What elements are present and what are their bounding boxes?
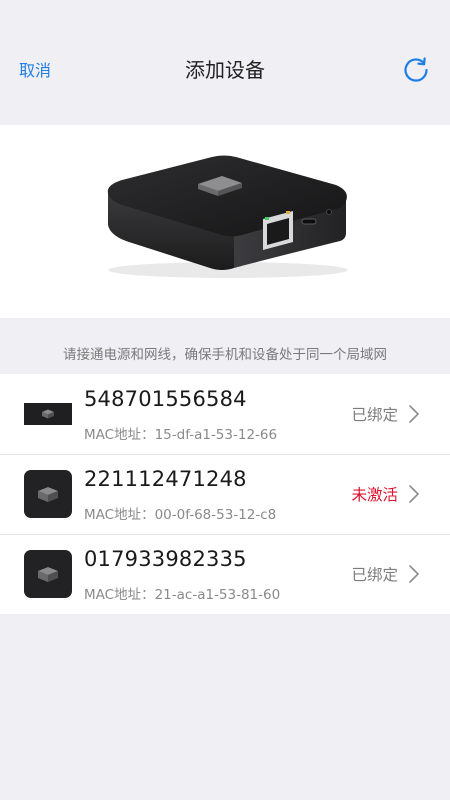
nav-bar: 取消 添加设备 (0, 0, 450, 125)
device-mac-address: MAC地址：21-ac-a1-53-81-60 (84, 587, 281, 603)
connection-hint: 请接通电源和网线，确保手机和设备处于同一个局域网 (63, 347, 387, 363)
device-hero-image (0, 125, 450, 318)
device-status: 未激活 (351, 486, 398, 504)
device-thumbnail (24, 403, 72, 425)
device-row[interactable]: 221112471248 MAC地址：00-0f-68-53-12-c8 未激活 (0, 454, 450, 534)
device-thumbnail (24, 550, 72, 598)
device-mac-address: MAC地址：00-0f-68-53-12-c8 (84, 507, 277, 523)
chevron-right-icon (409, 565, 419, 583)
device-serial: 017933982335 (84, 547, 247, 571)
device-thumbnail (24, 470, 72, 518)
device-serial: 221112471248 (84, 467, 247, 491)
chevron-right-icon (409, 485, 419, 503)
device-mac-address: MAC地址：15-df-a1-53-12-66 (84, 427, 278, 443)
device-serial: 548701556584 (84, 387, 247, 411)
refresh-icon[interactable] (400, 54, 432, 86)
device-status: 已绑定 (351, 566, 398, 584)
device-status: 已绑定 (351, 406, 398, 424)
device-row[interactable]: 548701556584 MAC地址：15-df-a1-53-12-66 已绑定 (0, 374, 450, 454)
chevron-right-icon (409, 405, 419, 423)
gateway-device-illustration (107, 155, 348, 278)
device-row[interactable]: 017933982335 MAC地址：21-ac-a1-53-81-60 已绑定 (0, 534, 450, 614)
page-title: 添加设备 (185, 58, 265, 82)
device-list: 548701556584 MAC地址：15-df-a1-53-12-66 已绑定… (0, 374, 450, 614)
